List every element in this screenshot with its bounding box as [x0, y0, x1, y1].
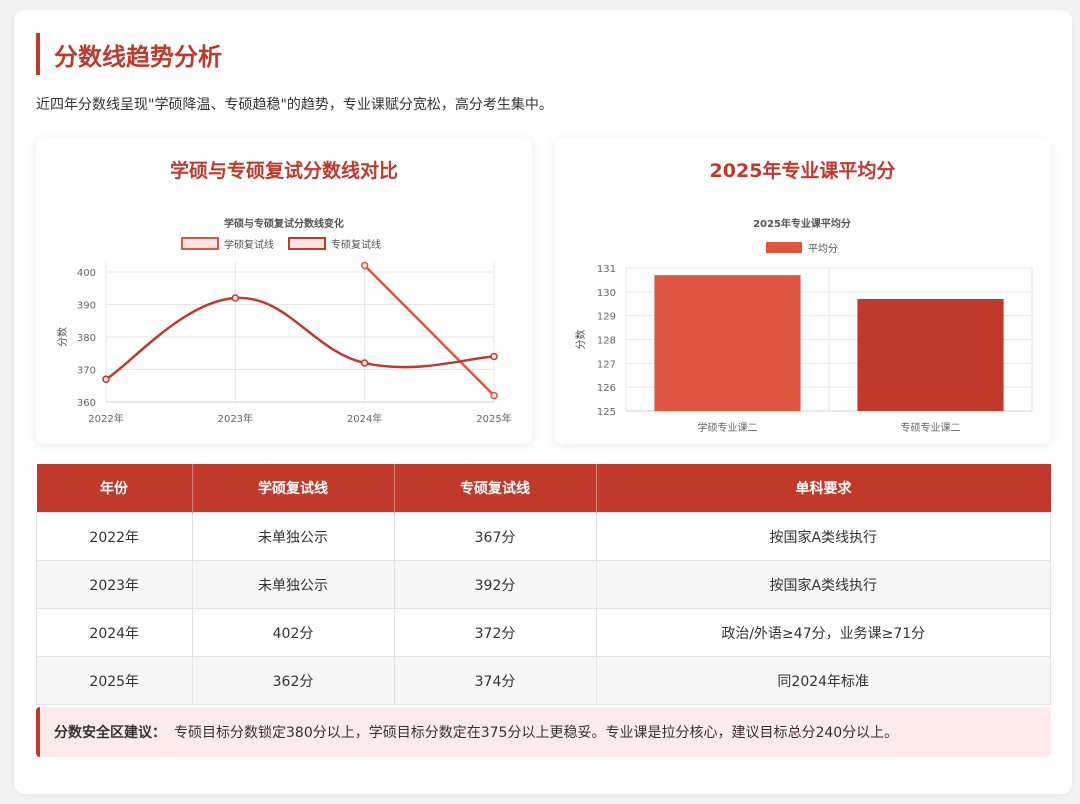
y-tick-label: 129	[597, 312, 616, 323]
data-point	[490, 391, 498, 400]
col-header-academic: 学硕复试线	[192, 464, 395, 513]
bar-chart-title: 2025年专业课平均分	[753, 217, 851, 230]
legend-swatch	[288, 237, 326, 250]
y-tick-label: 128	[597, 336, 616, 347]
table-row: 2023年 未单独公示 392分 按国家A类线执行	[36, 560, 1051, 609]
cell-professional: 374分	[393, 656, 597, 705]
bar	[654, 275, 801, 411]
cell-professional: 367分	[393, 512, 597, 561]
page-title: 分数线趋势分析	[54, 42, 222, 71]
page-card: 分数线趋势分析 近四年分数线呈现"学硕降温、专硕趋稳"的趋势，专业课赋分宽松，高…	[14, 10, 1072, 794]
y-tick-label: 370	[77, 366, 96, 377]
data-point	[231, 294, 240, 302]
y-tick-label: 360	[77, 398, 96, 409]
cell-year: 2022年	[36, 512, 193, 561]
cell-academic: 未单独公示	[191, 560, 395, 609]
x-tick-label: 学硕专业课二	[698, 421, 758, 434]
score-table: 年份 学硕复试线 专硕复试线 单科要求 2022年 未单独公示 367分 按国家…	[36, 464, 1051, 705]
x-tick-label: 2025年	[476, 412, 511, 425]
advice-label: 分数安全区建议：	[54, 725, 166, 741]
line-chart-title: 学硕与专硕复试分数线变化	[224, 217, 344, 230]
data-point	[102, 375, 110, 383]
legend-label: 专硕复试线	[331, 238, 381, 251]
cell-requirement: 政治/外语≥47分，业务课≥71分	[595, 608, 1051, 657]
y-tick-label: 390	[77, 301, 96, 312]
table-row: 2024年 402分 372分 政治/外语≥47分，业务课≥71分	[36, 608, 1051, 657]
bar	[857, 298, 1004, 411]
legend-label: 学硕复试线	[224, 238, 274, 251]
data-point	[360, 359, 369, 367]
legend-swatch	[181, 237, 219, 250]
y-tick-label: 400	[77, 268, 96, 279]
advice-box: 分数安全区建议： 专硕目标分数锁定380分以上，学硕目标分数定在375分以上更稳…	[36, 707, 1051, 757]
bar-chart-card: 2025年专业课平均分 2025年专业课平均分平均分 125 126 127 128 12…	[554, 138, 1051, 444]
cell-requirement: 按国家A类线执行	[595, 512, 1051, 561]
line-chart: 学硕与专硕复试分数线变化学硕复试线 专硕复试线 360 370 380 390 400 202…	[56, 217, 512, 425]
x-tick-label: 2022年	[88, 412, 123, 425]
cell-academic: 402分	[191, 608, 395, 657]
legend-label: 平均分	[808, 243, 838, 255]
x-tick-label: 2024年	[347, 412, 382, 425]
y-tick-label: 127	[597, 359, 616, 370]
cell-year: 2025年	[36, 656, 193, 705]
cell-academic: 未单独公示	[191, 512, 395, 561]
line-chart-card: 学硕与专硕复试分数线对比 学硕与专硕复试分数线变化 学硕复试线 专硕复试线 360 37…	[36, 138, 532, 444]
advice-text: 专硕目标分数锁定380分以上，学硕目标分数定在375分以上更稳妥。专业课是拉分核…	[174, 725, 899, 741]
x-tick-label: 专硕专业课二	[901, 421, 961, 434]
cell-year: 2024年	[36, 608, 193, 657]
table-header-row: 年份 学硕复试线 专硕复试线 单科要求	[36, 464, 1051, 513]
y-axis-label: 分数	[574, 330, 587, 350]
y-tick-label: 130	[597, 288, 616, 299]
table-row: 2025年 362分 374分 同2024年标准	[36, 656, 1051, 705]
cell-professional: 372分	[393, 608, 597, 657]
col-header-year: 年份	[36, 464, 193, 513]
data-point	[360, 261, 369, 270]
y-tick-label: 380	[77, 333, 96, 344]
data-point	[490, 352, 498, 361]
cell-academic: 362分	[191, 656, 395, 705]
bar-chart: 2025年专业课平均分平均分 125 126 127 128 129 130 131 分数学硕专…	[574, 217, 1033, 434]
cell-requirement: 同2024年标准	[595, 656, 1051, 705]
col-header-professional: 专硕复试线	[394, 464, 597, 513]
legend-swatch	[766, 242, 802, 253]
y-tick-label: 126	[597, 383, 616, 394]
cell-professional: 392分	[393, 560, 597, 609]
y-tick-label: 131	[597, 264, 616, 275]
y-axis-label: 分数	[56, 327, 69, 347]
intro-text: 近四年分数线呈现"学硕降温、专硕趋稳"的趋势，专业课赋分宽松，高分考生集中。	[36, 97, 553, 113]
title-bar: 分数线趋势分析	[36, 33, 222, 75]
table-row: 2022年 未单独公示 367分 按国家A类线执行	[36, 512, 1051, 561]
series-line	[363, 264, 495, 397]
y-tick-label: 125	[597, 407, 616, 418]
cell-year: 2023年	[36, 560, 193, 609]
col-header-requirement: 单科要求	[596, 464, 1051, 513]
cell-requirement: 按国家A类线执行	[595, 560, 1051, 609]
x-tick-label: 2023年	[218, 412, 253, 425]
